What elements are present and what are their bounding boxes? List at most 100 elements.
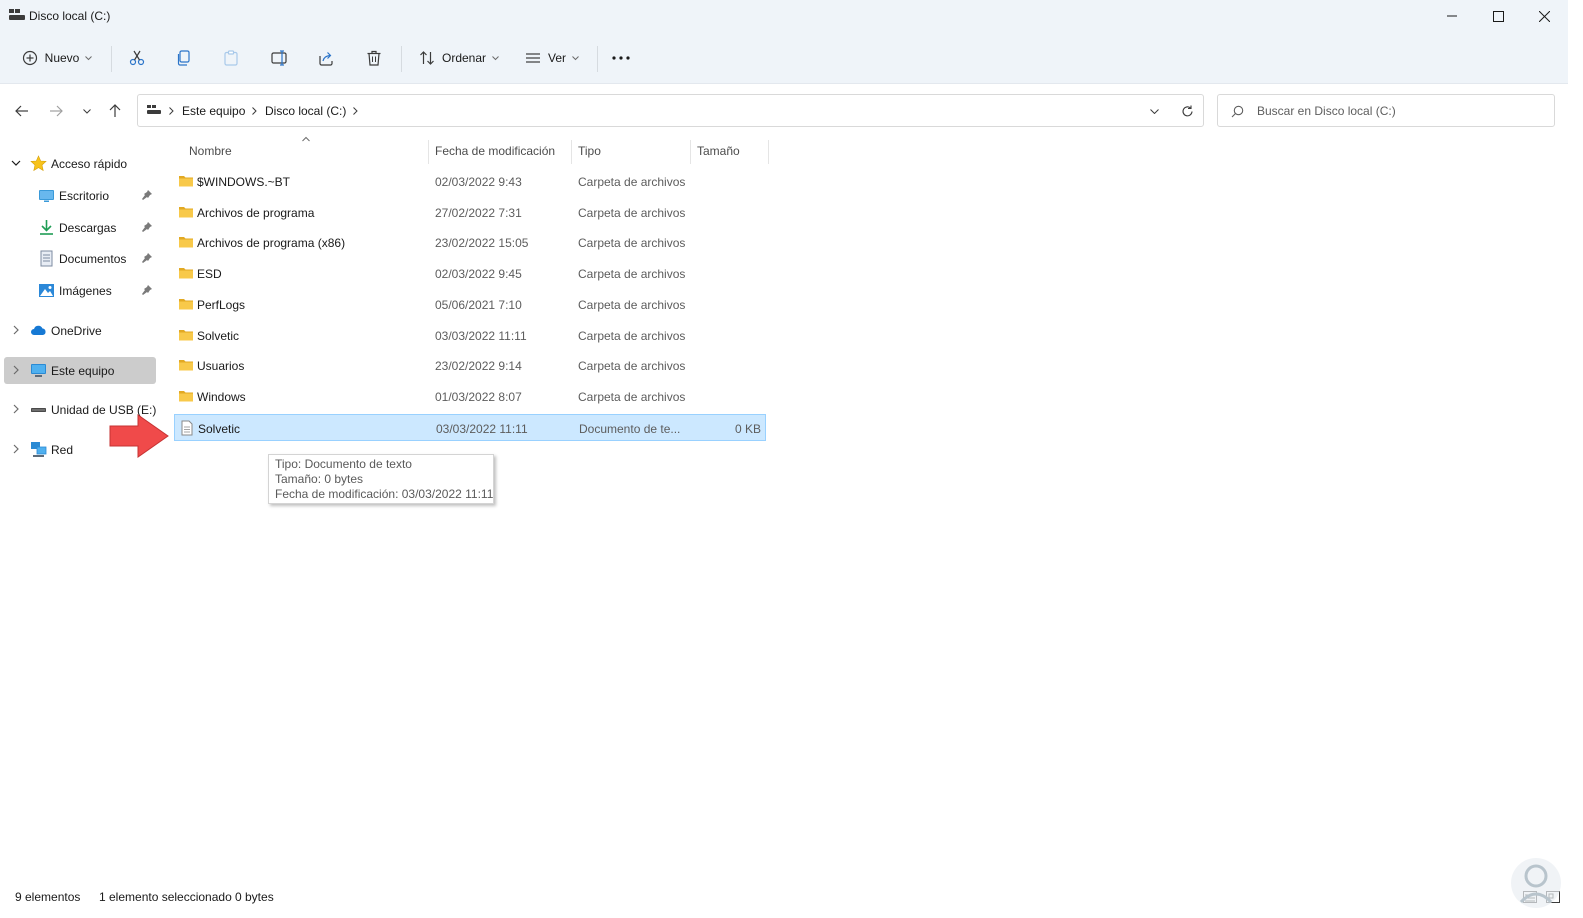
back-button[interactable] (11, 100, 33, 122)
folder-icon (179, 176, 193, 187)
file-name: Solvetic (197, 329, 240, 343)
file-name: Solvetic (198, 422, 241, 436)
column-header-date[interactable]: Fecha de modificación (435, 144, 555, 158)
share-button[interactable] (311, 42, 341, 74)
file-date: 05/06/2021 7:10 (435, 298, 522, 312)
file-row[interactable]: Archivos de programa (x86) 23/02/2022 15:… (174, 229, 766, 256)
status-selection: 1 elemento seleccionado (99, 890, 232, 904)
file-type: Carpeta de archivos (578, 359, 686, 373)
sidebar-item-imagenes[interactable]: Imágenes (4, 277, 156, 304)
chevron-right-icon (13, 325, 19, 335)
folder-icon (179, 360, 193, 371)
sidebar-item-label: Este equipo (51, 364, 115, 378)
refresh-button[interactable] (1175, 101, 1199, 121)
sidebar-item-onedrive[interactable]: OneDrive (4, 317, 156, 344)
sidebar-item-label: Acceso rápido (51, 157, 128, 171)
file-date: 01/03/2022 8:07 (435, 390, 522, 404)
address-bar[interactable]: Este equipo Disco local (C:) (137, 94, 1204, 127)
view-button[interactable]: Ver (518, 42, 586, 74)
folder-icon (179, 330, 193, 341)
file-row[interactable]: ESD 02/03/2022 9:45 Carpeta de archivos (174, 260, 766, 287)
chevron-right-icon (353, 107, 358, 115)
computer-icon (31, 364, 46, 377)
sidebar-item-escritorio[interactable]: Escritorio (4, 182, 156, 209)
arrow-up-icon (109, 104, 121, 117)
minimize-icon (1447, 15, 1457, 17)
minimize-button[interactable] (1429, 0, 1475, 32)
file-type: Carpeta de archivos (578, 175, 686, 189)
pictures-icon (39, 284, 54, 297)
navigation-row: Este equipo Disco local (C:) Buscar en D… (0, 84, 1568, 136)
chevron-down-icon (1149, 108, 1159, 114)
star-icon (30, 155, 47, 172)
cut-button[interactable] (122, 42, 152, 74)
file-row[interactable]: $WINDOWS.~BT 02/03/2022 9:43 Carpeta de ar… (174, 168, 766, 195)
chevron-down-icon (492, 55, 499, 60)
sidebar-item-este-equipo[interactable]: Este equipo (4, 357, 156, 384)
plus-circle-icon (22, 50, 37, 66)
maximize-button[interactable] (1475, 0, 1521, 32)
up-button[interactable] (104, 100, 126, 122)
text-file-icon (181, 420, 193, 436)
rename-button[interactable] (264, 42, 294, 74)
navigation-pane: Acceso rápido Escritorio Descargas Docum… (0, 136, 166, 882)
chevron-right-icon (13, 404, 19, 414)
file-row-selected[interactable]: Solvetic 03/03/2022 11:11 Documento de te.… (174, 414, 766, 441)
file-date: 23/02/2022 15:05 (435, 236, 529, 250)
file-date: 27/02/2022 7:31 (435, 206, 522, 220)
column-divider[interactable] (690, 140, 691, 164)
annotation-arrow (109, 414, 169, 458)
share-icon (319, 52, 333, 66)
file-type: Carpeta de archivos (578, 206, 686, 220)
forward-button[interactable] (45, 100, 67, 122)
search-placeholder: Buscar en Disco local (C:) (1257, 104, 1396, 118)
close-button[interactable] (1521, 0, 1567, 32)
sort-ascending-icon (302, 136, 310, 142)
sort-button[interactable]: Ordenar (411, 42, 507, 74)
sidebar-item-acceso-rapido[interactable]: Acceso rápido (4, 150, 156, 177)
folder-icon (179, 237, 193, 248)
column-header-type[interactable]: Tipo (578, 144, 601, 158)
breadcrumb-disco-local[interactable]: Disco local (C:) (265, 104, 346, 118)
arrow-left-icon (15, 105, 28, 117)
file-name: PerfLogs (197, 298, 246, 312)
copy-button[interactable] (169, 42, 199, 74)
chevron-down-icon (11, 160, 21, 166)
sidebar-item-descargas[interactable]: Descargas (4, 214, 156, 241)
file-type: Carpeta de archivos (578, 390, 686, 404)
file-row[interactable]: Solvetic 03/03/2022 11:11 Carpeta de archi… (174, 322, 766, 349)
breadcrumb-este-equipo[interactable]: Este equipo (182, 104, 245, 118)
rename-icon (270, 50, 287, 66)
recent-locations-button[interactable] (76, 100, 98, 122)
chevron-right-icon (13, 444, 19, 454)
sidebar-item-label: OneDrive (51, 324, 102, 338)
file-row[interactable]: Archivos de programa 27/02/2022 7:31 Carpe… (174, 199, 766, 226)
column-divider[interactable] (428, 140, 429, 164)
status-item-count: 9 elementos (15, 890, 81, 904)
watermark-logo (1511, 858, 1561, 908)
file-date: 02/03/2022 9:45 (435, 267, 522, 281)
title-bar: Disco local (C:) (0, 0, 1568, 32)
chevron-down-icon (85, 55, 93, 60)
file-row[interactable]: Usuarios 23/02/2022 9:14 Carpeta de archiv… (174, 352, 766, 379)
sidebar-item-label: Documentos (59, 252, 127, 266)
column-header-size[interactable]: Tamaño (697, 144, 740, 158)
column-header-name[interactable]: Nombre (189, 144, 232, 158)
new-button[interactable]: Nuevo (14, 42, 100, 74)
search-box[interactable]: Buscar en Disco local (C:) (1217, 94, 1555, 127)
file-row[interactable]: PerfLogs 05/06/2021 7:10 Carpeta de archiv… (174, 291, 766, 318)
sidebar-item-label: Descargas (59, 221, 117, 235)
command-bar: Nuevo Ordenar Ver (0, 32, 1568, 84)
address-history-button[interactable] (1144, 101, 1164, 121)
pin-icon (142, 285, 152, 295)
more-options-button[interactable] (606, 42, 636, 74)
sidebar-item-label: Red (51, 443, 74, 457)
column-divider[interactable] (768, 140, 769, 164)
delete-button[interactable] (359, 42, 389, 74)
paste-button[interactable] (216, 42, 246, 74)
column-divider[interactable] (571, 140, 572, 164)
sidebar-item-documentos[interactable]: Documentos (4, 245, 156, 272)
file-row[interactable]: Windows 01/03/2022 8:07 Carpeta de archivo… (174, 383, 766, 410)
file-name: Archivos de programa (197, 206, 315, 220)
file-date: 03/03/2022 11:11 (435, 329, 527, 343)
